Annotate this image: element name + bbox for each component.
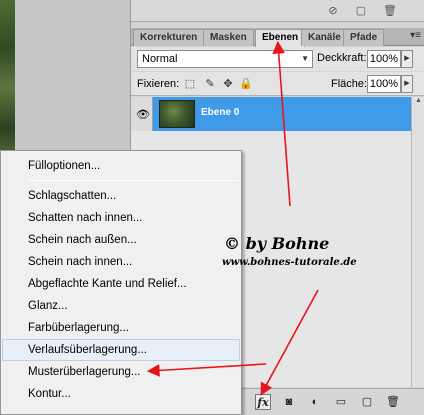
trash-icon[interactable]: 🗑 bbox=[385, 394, 401, 410]
menu-item-schein-nach-innen[interactable]: Schein nach innen... bbox=[2, 251, 240, 273]
panel-top-toolbar: ⊘ ▢ 🗑 bbox=[131, 0, 424, 22]
opacity-slider-arrow-icon[interactable]: ▶ bbox=[401, 50, 413, 68]
lock-move-icon[interactable]: ✥ bbox=[221, 77, 235, 91]
layer-thumbnail bbox=[159, 100, 195, 128]
prohibit-icon[interactable]: ⊘ bbox=[327, 5, 339, 17]
adjustment-layer-icon[interactable]: ◐ bbox=[307, 394, 323, 410]
new-layer-icon[interactable]: ▢ bbox=[359, 394, 375, 410]
eye-icon: 👁 bbox=[136, 109, 150, 121]
layer-mask-icon[interactable]: ◙ bbox=[281, 394, 297, 410]
chevron-down-icon: ▼ bbox=[301, 54, 309, 63]
tab-korrekturen[interactable]: Korrekturen bbox=[133, 29, 205, 46]
tab-kanaele[interactable]: Kanäle bbox=[301, 29, 348, 46]
layer-name: Ebene 0 bbox=[201, 107, 240, 118]
fill-label: Fläche: bbox=[331, 78, 368, 90]
group-folder-icon[interactable]: ▭ bbox=[333, 394, 349, 410]
menu-item-schein-nach-aussen[interactable]: Schein nach außen... bbox=[2, 229, 240, 251]
menu-item-fuelloptionen[interactable]: Fülloptionen... bbox=[2, 155, 240, 177]
new-item-icon[interactable]: ▢ bbox=[355, 5, 367, 17]
tab-ebenen[interactable]: Ebenen bbox=[255, 29, 306, 47]
layer-style-context-menu: Fülloptionen... Schlagschatten... Schatt… bbox=[0, 150, 242, 415]
tab-masken[interactable]: Masken bbox=[203, 29, 254, 46]
menu-item-musterueberlagerung[interactable]: Musterüberlagerung... bbox=[2, 361, 240, 383]
blend-mode-value: Normal bbox=[142, 53, 178, 65]
fx-icon[interactable]: fx bbox=[255, 394, 271, 410]
menu-item-farbueberlagerung[interactable]: Farbüberlagerung... bbox=[2, 317, 240, 339]
trash-icon[interactable]: 🗑 bbox=[383, 5, 397, 17]
layers-scrollbar[interactable]: ▲ bbox=[411, 97, 424, 387]
menu-item-abgeflachte-kante[interactable]: Abgeflachte Kante und Relief... bbox=[2, 273, 240, 295]
menu-item-schatten-nach-innen[interactable]: Schatten nach innen... bbox=[2, 207, 240, 229]
blend-row: Normal ▼ Deckkraft: 100% ▶ bbox=[131, 47, 424, 71]
opacity-label: Deckkraft: bbox=[317, 52, 367, 64]
scroll-up-icon[interactable]: ▲ bbox=[412, 97, 424, 109]
opacity-input[interactable]: 100% bbox=[367, 50, 401, 68]
menu-item-kontur[interactable]: Kontur... bbox=[2, 383, 240, 405]
blend-mode-select[interactable]: Normal ▼ bbox=[137, 50, 313, 68]
menu-separator bbox=[27, 180, 239, 181]
lock-row: Fixieren: ⬚ ✎ ✥ 🔒 Fläche: 100% ▶ bbox=[131, 72, 424, 96]
visibility-toggle[interactable]: 👁 bbox=[131, 97, 153, 131]
lock-brush-icon[interactable]: ✎ bbox=[203, 77, 217, 91]
layer-row[interactable]: 👁 Ebene 0 bbox=[131, 97, 411, 131]
lock-transparency-icon[interactable]: ⬚ bbox=[183, 77, 197, 91]
fill-slider-arrow-icon[interactable]: ▶ bbox=[401, 75, 413, 93]
menu-item-verlaufsueberlagerung[interactable]: Verlaufsüberlagerung... bbox=[2, 339, 240, 361]
menu-item-schlagschatten[interactable]: Schlagschatten... bbox=[2, 185, 240, 207]
panel-tabs: Korrekturen Masken Ebenen Kanäle Pfade ▾… bbox=[131, 28, 424, 47]
fill-input[interactable]: 100% bbox=[367, 75, 401, 93]
menu-item-glanz[interactable]: Glanz... bbox=[2, 295, 240, 317]
tab-pfade[interactable]: Pfade bbox=[343, 29, 385, 46]
panel-menu-icon[interactable]: ▾≡ bbox=[410, 30, 421, 41]
watermark-title: © by Bohne bbox=[224, 234, 330, 253]
lock-all-icon[interactable]: 🔒 bbox=[239, 77, 253, 91]
canvas-background bbox=[15, 0, 130, 160]
lock-label: Fixieren: bbox=[137, 78, 180, 90]
image-canvas[interactable] bbox=[0, 0, 15, 160]
watermark-url: www.bohnes-tutorale.de bbox=[222, 257, 357, 268]
